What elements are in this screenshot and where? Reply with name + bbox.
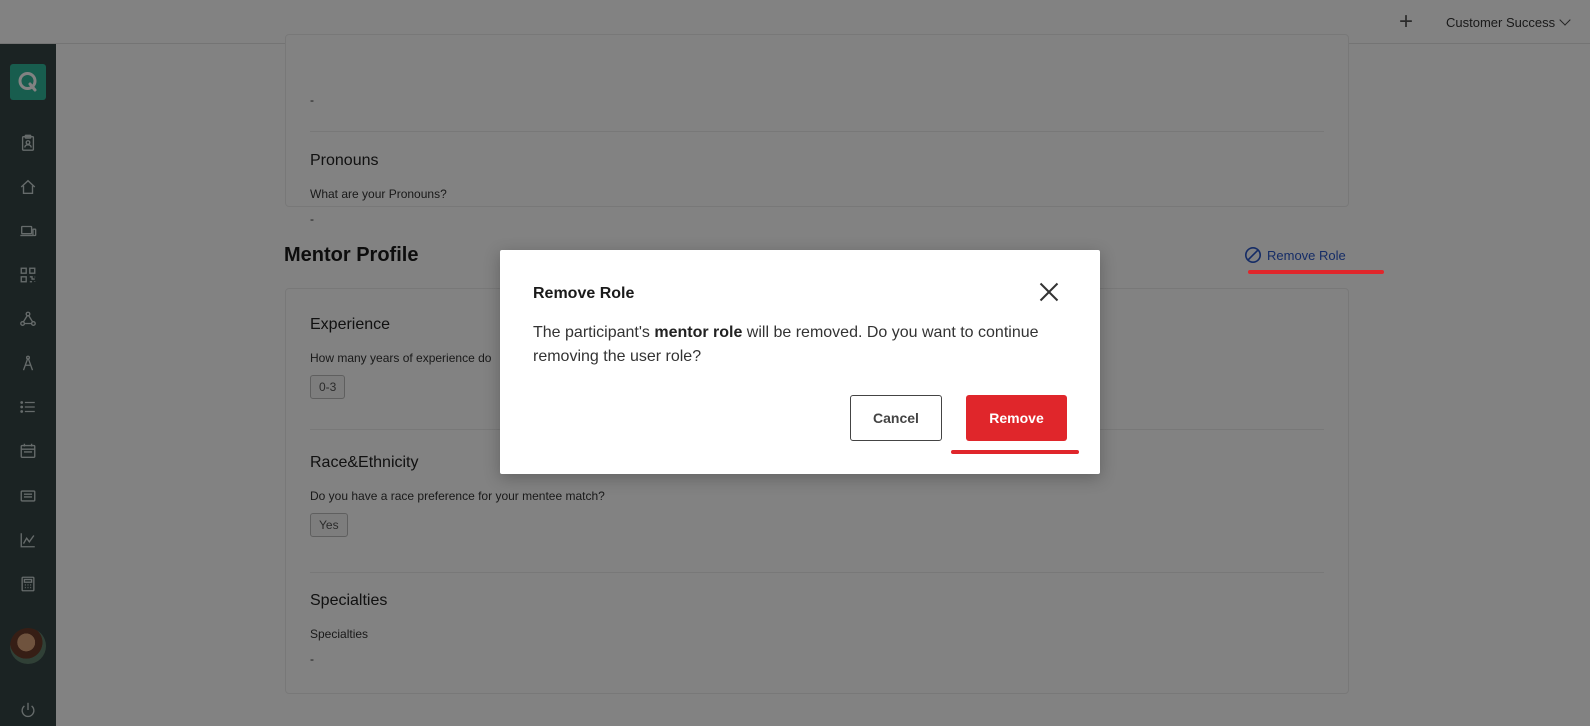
dialog-message: The participant's mentor role will be re… — [533, 321, 1073, 369]
dialog-title: Remove Role — [533, 285, 635, 302]
cancel-button[interactable]: Cancel — [850, 395, 942, 441]
remove-role-dialog: Remove Role The participant's mentor rol… — [500, 250, 1100, 474]
highlight-underline — [1248, 270, 1384, 274]
remove-button[interactable]: Remove — [966, 395, 1067, 441]
dialog-message-prefix: The participant's — [533, 324, 655, 341]
highlight-underline — [951, 450, 1079, 454]
dialog-message-bold: mentor role — [654, 324, 743, 341]
close-icon[interactable] — [1038, 281, 1060, 303]
